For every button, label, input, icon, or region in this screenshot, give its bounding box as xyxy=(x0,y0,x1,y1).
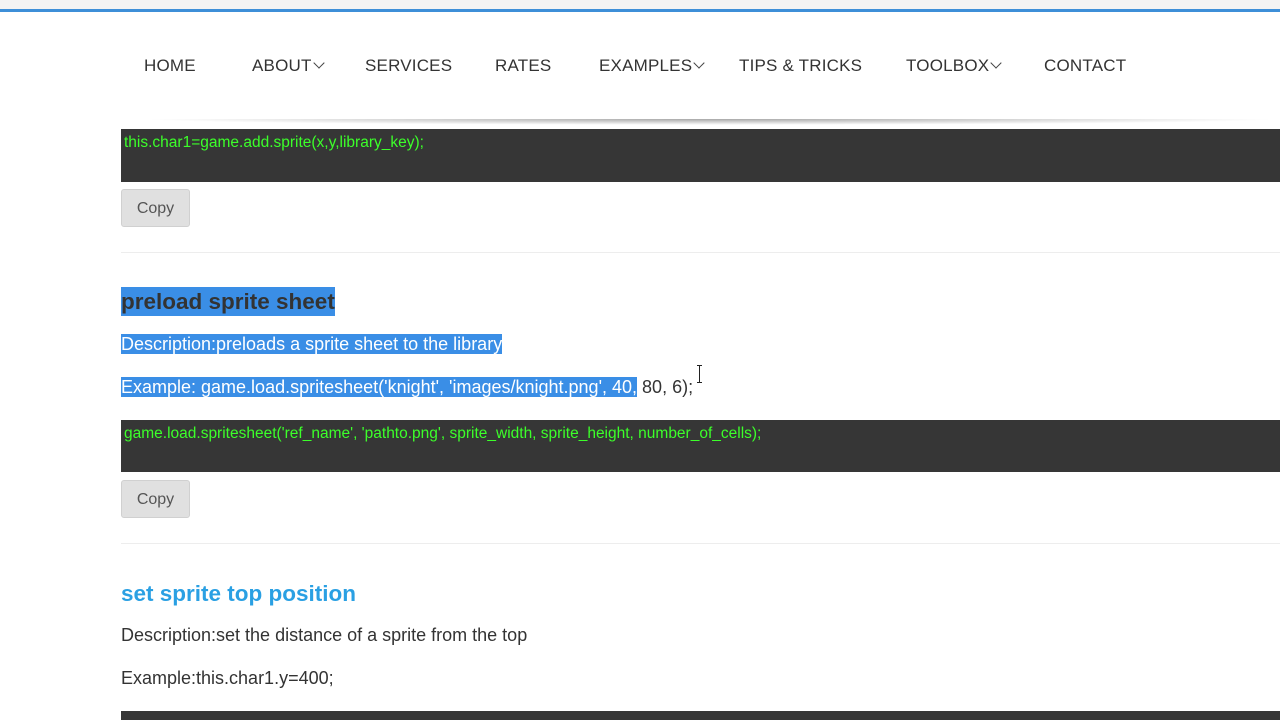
section-description: Description:preloads a sprite sheet to t… xyxy=(121,334,503,355)
nav-examples-label: EXAMPLES xyxy=(599,56,693,75)
nav-about-label: ABOUT xyxy=(252,56,312,75)
nav-tips-tricks[interactable]: TIPS & TRICKS xyxy=(739,56,862,76)
section-example: Example:this.char1.y=400; xyxy=(121,668,334,688)
nav-toolbox-label: TOOLBOX xyxy=(906,56,990,75)
code-text: game.load.spritesheet('ref_name', 'patht… xyxy=(124,425,762,442)
section-title-text: preload sprite sheet xyxy=(121,287,335,316)
nav-services[interactable]: SERVICES xyxy=(365,56,452,76)
chevron-down-icon xyxy=(312,57,325,69)
nav-tips-tricks-label: TIPS & TRICKS xyxy=(739,56,863,75)
text-cursor-icon xyxy=(697,365,703,383)
chevron-down-icon xyxy=(693,57,705,69)
section-divider xyxy=(121,543,1280,544)
section-divider xyxy=(121,252,1280,253)
nav-home[interactable]: HOME xyxy=(144,56,196,76)
nav-toolbox[interactable]: TOOLBOX xyxy=(906,56,1002,76)
section-description: Description:set the distance of a sprite… xyxy=(121,625,528,645)
nav-rates[interactable]: RATES xyxy=(495,56,551,76)
nav-contact[interactable]: CONTACT xyxy=(1044,56,1126,76)
section-example: Example: game.load.spritesheet('knight',… xyxy=(121,377,693,398)
section-title: preload sprite sheet xyxy=(121,287,335,316)
example-rest-text: 80, 6); xyxy=(637,377,694,397)
copy-button[interactable]: Copy xyxy=(121,189,190,227)
nav-contact-label: CONTACT xyxy=(1044,56,1127,75)
section-title: set sprite top position xyxy=(121,581,357,606)
nav-services-label: SERVICES xyxy=(365,56,453,75)
nav-rates-label: RATES xyxy=(495,56,552,75)
code-text: this.char1=game.add.sprite(x,y,library_k… xyxy=(124,134,424,151)
code-block[interactable] xyxy=(121,711,1280,720)
description-text: Description:preloads a sprite sheet to t… xyxy=(121,334,503,354)
nav-examples[interactable]: EXAMPLES xyxy=(599,56,705,76)
example-selected-text: Example: game.load.spritesheet('knight',… xyxy=(121,377,638,397)
chevron-down-icon xyxy=(990,57,1002,69)
copy-button[interactable]: Copy xyxy=(121,480,190,518)
nav-home-label: HOME xyxy=(144,56,196,75)
nav-shadow xyxy=(0,119,1280,128)
code-block[interactable]: game.load.spritesheet('ref_name', 'patht… xyxy=(121,420,1280,472)
main-navigation: HOME ABOUT SERVICES RATES EXAMPLES TIPS … xyxy=(0,12,1280,120)
nav-about[interactable]: ABOUT xyxy=(252,56,325,76)
code-block[interactable]: this.char1=game.add.sprite(x,y,library_k… xyxy=(121,129,1280,182)
